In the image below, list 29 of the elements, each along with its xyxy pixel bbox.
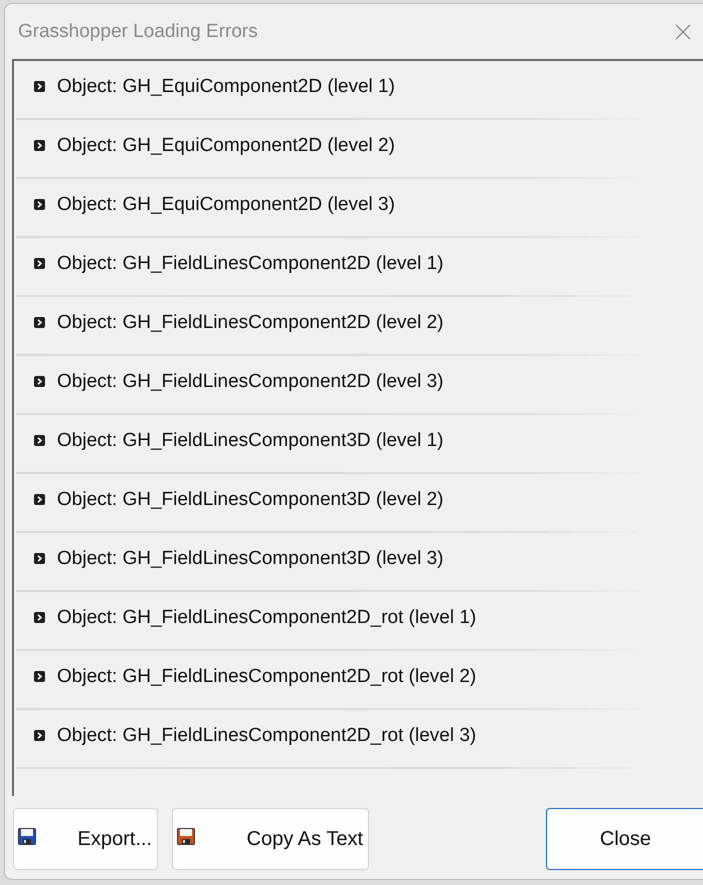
error-entry[interactable]: Object: GH_FieldLinesComponent3D (level 3): [57, 548, 444, 570]
expand-icon[interactable]: [34, 81, 45, 92]
dialog-button[interactable]: Export...: [13, 808, 158, 870]
expand-icon[interactable]: [34, 435, 45, 446]
error-entry[interactable]: Object: GH_FieldLinesComponent2D_rot (level 2): [57, 666, 476, 688]
expand-icon[interactable]: [34, 671, 45, 682]
error-entry[interactable]: Object: GH_FieldLinesComponent3D (level 1): [57, 430, 444, 452]
error-entry[interactable]: Object: GH_FieldLinesComponent2D (level 2): [57, 312, 444, 334]
expand-icon[interactable]: [34, 317, 45, 328]
error-entry[interactable]: Object: GH_EquiComponent2D (level 2): [57, 134, 395, 156]
error-entry[interactable]: Object: GH_FieldLinesComponent3D (level 2): [57, 488, 444, 510]
dialog-button[interactable]: Close: [546, 808, 703, 870]
error-entry[interactable]: Object: GH_EquiComponent2D (level 3): [57, 194, 395, 216]
error-entry[interactable]: Object: GH_FieldLinesComponent2D (level 1): [57, 252, 444, 274]
expand-icon[interactable]: [34, 140, 45, 151]
close-icon[interactable]: [675, 24, 691, 40]
expand-icon[interactable]: [34, 730, 45, 741]
expand-icon[interactable]: [34, 494, 45, 505]
error-entry[interactable]: Object: GH_FieldLinesComponent2D (level 3): [57, 370, 444, 392]
error-entry[interactable]: Object: GH_FieldLinesComponent2D_rot (level 3): [57, 724, 476, 746]
expand-icon[interactable]: [34, 553, 45, 564]
error-entry[interactable]: Object: GH_FieldLinesComponent2D_rot (level 1): [57, 606, 476, 628]
error-entry[interactable]: Object: GH_EquiComponent2D (level 1): [57, 76, 395, 98]
expand-icon[interactable]: [34, 199, 45, 210]
window-title: Grasshopper Loading Errors: [18, 20, 258, 42]
expand-icon[interactable]: [34, 612, 45, 623]
expand-icon[interactable]: [34, 376, 45, 387]
dialog-button[interactable]: Copy As Text: [172, 808, 369, 870]
expand-icon[interactable]: [34, 258, 45, 269]
